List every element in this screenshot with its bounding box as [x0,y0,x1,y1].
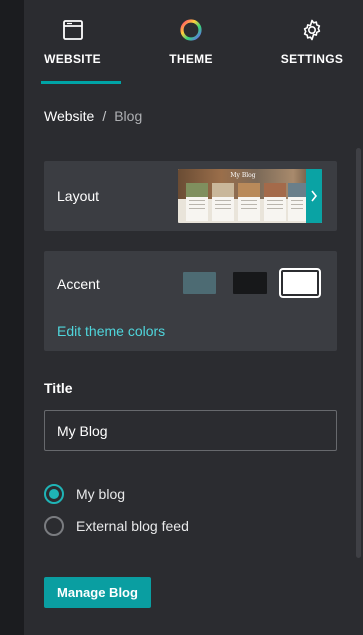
layout-next-button[interactable] [306,169,322,223]
tab-theme-label: THEME [169,52,213,66]
panel-scrollbar[interactable] [356,148,361,558]
layout-label: Layout [57,188,100,204]
accent-swatch-white-selected[interactable] [279,268,321,298]
thumbnail-post [186,183,208,221]
radio-external-feed-label: External blog feed [76,518,189,534]
thumbnail-post [212,183,234,221]
breadcrumb-current: Blog [114,108,143,124]
edit-theme-colors-link[interactable]: Edit theme colors [57,323,165,339]
thumbnail-post [288,183,306,221]
tab-settings[interactable]: SETTINGS [261,0,363,85]
radio-button-checked[interactable] [44,484,64,504]
tab-website-label: WEBSITE [44,52,101,66]
gear-icon [303,19,321,41]
panel-tabs: WEBSITE THEME SETTINGS [24,0,363,85]
active-tab-indicator [41,81,121,84]
title-field-label: Title [44,380,73,396]
manage-blog-button[interactable]: Manage Blog [44,577,151,608]
radio-external-feed[interactable]: External blog feed [44,516,189,536]
breadcrumb-separator: / [102,108,107,124]
radio-my-blog[interactable]: My blog [44,484,125,504]
editor-panel: WEBSITE THEME SETTINGS Website / Blog La… [24,0,363,635]
chevron-right-icon [311,190,318,202]
thumbnail-title: My Blog [230,172,256,179]
radio-button-unchecked[interactable] [44,516,64,536]
tab-settings-label: SETTINGS [280,52,344,66]
color-wheel-icon [180,19,202,41]
thumbnail-post [264,183,286,221]
layout-thumbnail[interactable]: My Blog [178,169,322,223]
left-edge-strip [0,0,24,635]
accent-label: Accent [57,276,100,292]
radio-my-blog-label: My blog [76,486,126,502]
thumbnail-post [238,183,260,221]
tab-theme[interactable]: THEME [121,0,261,85]
breadcrumb: Website / Blog [44,108,142,124]
tab-website[interactable]: WEBSITE [24,0,121,85]
breadcrumb-website-link[interactable]: Website [44,108,94,124]
title-input[interactable] [44,410,337,451]
layout-card[interactable]: Layout My Blog [44,161,337,231]
accent-swatch-black[interactable] [233,272,267,294]
accent-swatch-teal[interactable] [183,272,216,294]
browser-window-icon [62,20,83,40]
